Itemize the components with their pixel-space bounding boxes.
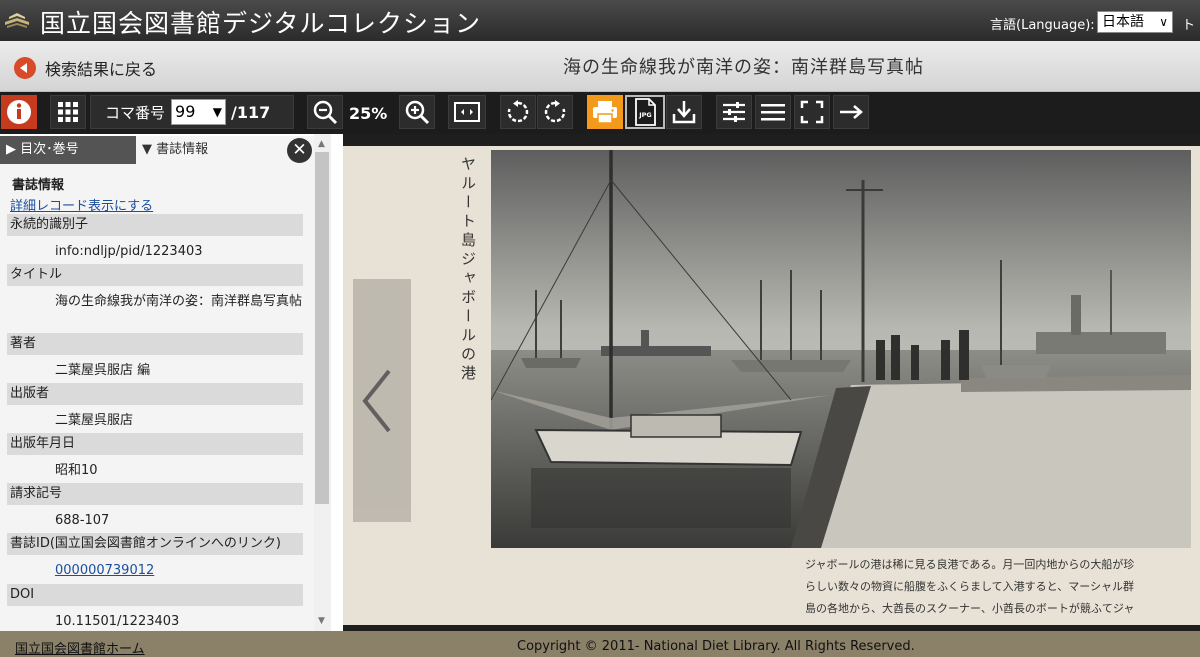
zoom-in-button[interactable] — [399, 95, 435, 129]
previous-page-button[interactable] — [353, 279, 411, 522]
field-label: 出版年月日 — [7, 433, 303, 455]
field-value: 昭和10 — [55, 463, 98, 478]
fit-page-icon — [454, 102, 480, 122]
panel-scrollbar[interactable]: ▲ ▼ — [314, 134, 331, 631]
scrollbar-thumb[interactable] — [315, 152, 329, 504]
printer-icon — [593, 101, 617, 124]
book-title: 海の生命線我が南洋の姿：南洋群島写真帖 — [563, 57, 924, 78]
download-icon — [672, 101, 696, 124]
harbor-photograph — [491, 150, 1191, 548]
field-value: 二葉屋呉服店 編 — [55, 363, 151, 378]
page-number-control: コマ番号 99 ▼ /117 — [90, 95, 294, 129]
field-label: 永続的識別子 — [7, 214, 303, 236]
field-label: 出版者 — [7, 383, 303, 405]
field-persistent-id: 永続的識別子 info:ndljp/pid/1223403 — [7, 214, 303, 262]
arrow-right-icon — [840, 105, 863, 119]
page-total: /117 — [231, 102, 271, 122]
field-label: DOI — [7, 584, 303, 606]
field-call-number: 請求記号 688-107 — [7, 483, 303, 531]
photo-vertical-caption: ヤルート島ジャボールの港 — [459, 156, 477, 384]
download-button[interactable] — [666, 95, 702, 129]
grid-icon — [58, 102, 78, 122]
field-doi: DOI 10.11501/1223403 — [7, 584, 303, 631]
field-value: 海の生命線我が南洋の姿：南洋群島写真帖 — [55, 294, 303, 309]
caption-line: 島の各地から、大酋長のスクーナー、小酋長のボートが競ふてジャ — [805, 602, 1135, 615]
thumbnail-grid-button[interactable] — [50, 95, 86, 129]
page-number-select[interactable]: 99 ▼ — [171, 99, 227, 125]
field-value: info:ndljp/pid/1223403 — [55, 244, 203, 259]
tab-table-of-contents[interactable]: ▶ 目次･巻号 — [0, 136, 136, 164]
back-to-results-label: 検索結果に戻る — [45, 60, 158, 79]
copyright-text: Copyright © 2011- National Diet Library.… — [517, 639, 915, 654]
field-publisher: 出版者 二葉屋呉服店 — [7, 383, 303, 431]
info-icon — [7, 100, 31, 124]
hamburger-menu-icon — [761, 104, 785, 121]
top-header: 国立国会図書館デジタルコレクション 言語(Language): 日本語 ∨ ト — [0, 0, 1200, 41]
back-arrow-icon — [14, 57, 36, 79]
jpg-download-button[interactable]: JPG — [625, 95, 665, 129]
zoom-in-icon — [405, 100, 430, 125]
image-viewer[interactable]: ヤルート島ジャボールの港 ジャボールの港は稀に見る良港である。月一回内地からの大… — [343, 134, 1200, 631]
rotate-right-button[interactable] — [537, 95, 573, 129]
language-select[interactable]: 日本語 ∨ — [1097, 11, 1173, 33]
field-title: タイトル 海の生命線我が南洋の姿：南洋群島写真帖 — [7, 264, 303, 312]
next-arrow-button[interactable] — [833, 95, 869, 129]
field-bibliographic-id: 書誌ID(国立国会図書館オンラインへのリンク) 000000739012 — [7, 533, 303, 581]
field-label: タイトル — [7, 264, 303, 286]
info-button[interactable] — [1, 95, 37, 129]
page-number-label: コマ番号 — [105, 103, 166, 122]
language-label: 言語(Language): — [990, 18, 1095, 33]
field-author: 著者 二葉屋呉服店 編 — [7, 333, 303, 381]
dropdown-triangle-icon: ▼ — [212, 105, 223, 119]
fit-page-button[interactable] — [448, 95, 486, 129]
field-label: 請求記号 — [7, 483, 303, 505]
print-button[interactable] — [587, 95, 623, 129]
rotate-right-icon — [544, 100, 566, 123]
close-icon: ✕ — [292, 140, 307, 160]
field-label: 書誌ID(国立国会図書館オンラインへのリンク) — [7, 533, 303, 555]
chevron-down-icon: ∨ — [1159, 15, 1168, 29]
sliders-icon — [723, 102, 745, 122]
field-value: 688-107 — [55, 513, 110, 528]
field-value: 10.11501/1223403 — [55, 614, 180, 629]
ndl-home-link[interactable]: 国立国会図書館ホーム — [15, 638, 145, 657]
field-publication-date: 出版年月日 昭和10 — [7, 433, 303, 481]
photo-caption-text: ジャボールの港は稀に見る良港である。月一回内地からの大船が珍 らしい数々の物資に… — [805, 554, 1200, 620]
viewer-toolbar: コマ番号 99 ▼ /117 25% JPG — [0, 92, 1200, 134]
bibliographic-id-link[interactable]: 000000739012 — [7, 555, 303, 581]
show-detail-record-link[interactable]: 詳細レコード表示にする — [10, 195, 153, 214]
chevron-left-icon — [362, 369, 391, 433]
zoom-out-icon — [313, 100, 338, 125]
close-panel-button[interactable]: ✕ — [287, 138, 312, 163]
jpg-file-icon: JPG — [635, 98, 656, 126]
title-bar: 検索結果に戻る 海の生命線我が南洋の姿：南洋群島写真帖 — [0, 41, 1200, 92]
library-logo-icon — [5, 13, 29, 28]
zoom-level: 25% — [349, 104, 388, 123]
bibliographic-panel: ▶ 目次･巻号 ▼ 書誌情報 ✕ 書誌情報 詳細レコード表示にする 永続的識別子… — [0, 134, 343, 631]
panel-heading: 書誌情報 — [12, 178, 65, 193]
panel-tabs: ▶ 目次･巻号 ▼ 書誌情報 ✕ — [0, 134, 314, 164]
scroll-up-icon[interactable]: ▲ — [318, 139, 325, 149]
page-scan: ヤルート島ジャボールの港 ジャボールの港は稀に見る良港である。月一回内地からの大… — [343, 146, 1200, 625]
site-title[interactable]: 国立国会図書館デジタルコレクション — [40, 4, 481, 40]
page-number-value: 99 — [175, 102, 196, 121]
caption-line: らしい数々の物資に船腹をふくらまして入港すると、マーシャル群 — [805, 580, 1135, 593]
rotate-left-button[interactable] — [500, 95, 536, 129]
fullscreen-button[interactable] — [794, 95, 830, 129]
zoom-out-button[interactable] — [307, 95, 343, 129]
panel-body: 書誌情報 詳細レコード表示にする 永続的識別子 info:ndljp/pid/1… — [0, 164, 314, 631]
top-extra-link[interactable]: ト — [1182, 14, 1195, 33]
caption-line: ジャボールの港は稀に見る良港である。月一回内地からの大船が珍 — [805, 558, 1135, 571]
fullscreen-icon — [800, 100, 824, 124]
field-value: 二葉屋呉服店 — [55, 413, 134, 428]
menu-button[interactable] — [755, 95, 791, 129]
field-label: 著者 — [7, 333, 303, 355]
jpg-label: JPG — [638, 111, 652, 119]
scroll-down-icon[interactable]: ▼ — [318, 616, 325, 626]
rotate-left-icon — [507, 100, 529, 123]
language-selected-value: 日本語 — [1102, 14, 1144, 30]
image-adjust-button[interactable] — [716, 95, 752, 129]
back-to-results-button[interactable]: 検索結果に戻る — [14, 56, 157, 80]
footer: 国立国会図書館ホーム Copyright © 2011- National Di… — [0, 631, 1200, 657]
